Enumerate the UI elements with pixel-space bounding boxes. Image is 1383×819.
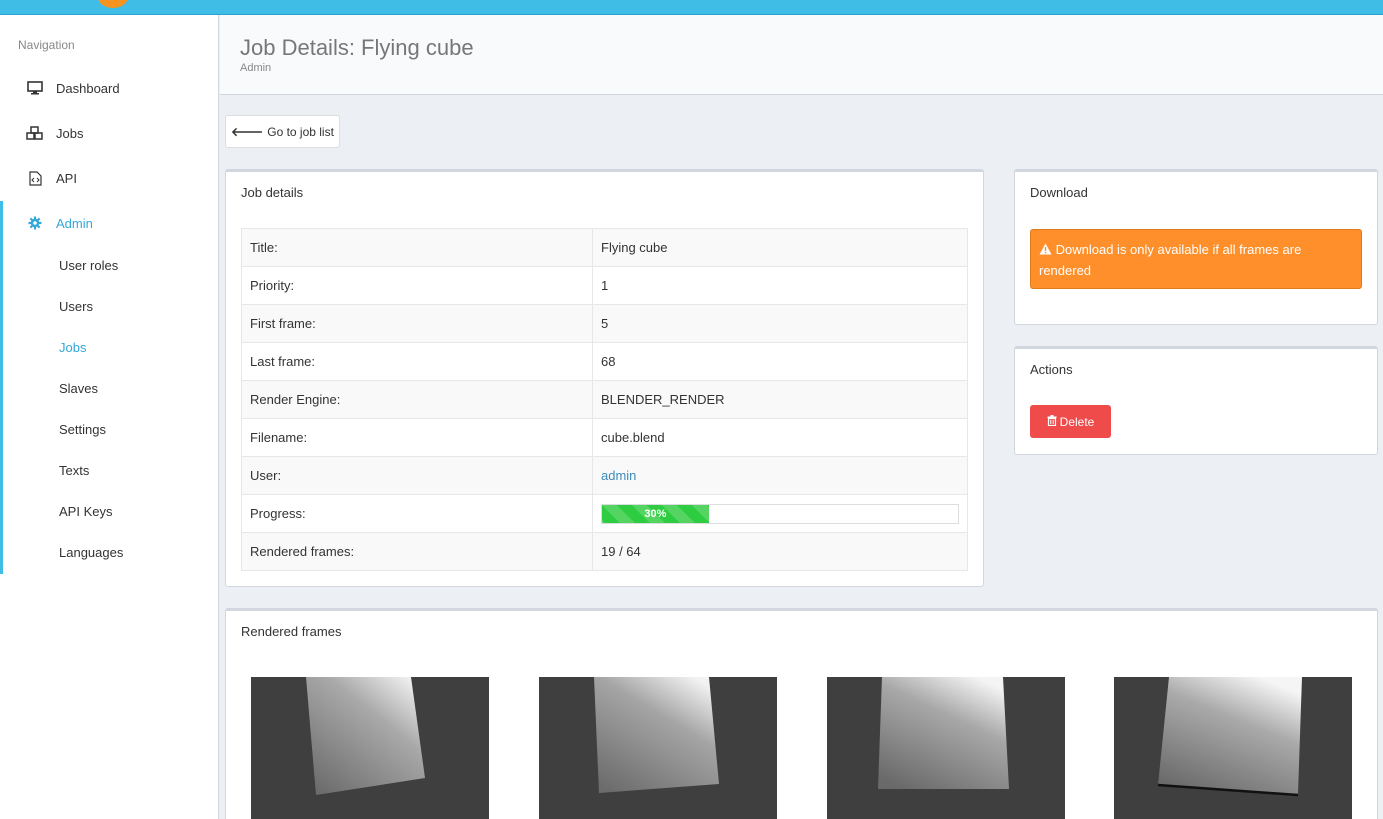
table-row: Render Engine: BLENDER_RENDER [241, 380, 968, 419]
row-key: Filename: [241, 418, 593, 457]
sidebar-item-label: Dashboard [56, 80, 120, 96]
row-value: cube.blend [592, 418, 968, 457]
row-value: 30% [592, 494, 968, 533]
download-box: Download Download is only available if a… [1014, 169, 1378, 325]
cubes-icon [26, 125, 44, 141]
user-link[interactable]: admin [601, 468, 636, 483]
row-key: Rendered frames: [241, 532, 593, 571]
table-row: User: admin [241, 456, 968, 495]
rendered-frame-thumbnail[interactable] [251, 677, 489, 819]
warning-icon [1039, 242, 1056, 257]
top-navbar [0, 0, 1383, 15]
actions-title: Actions [1030, 362, 1073, 377]
table-row: Rendered frames: 19 / 64 [241, 532, 968, 571]
sidebar-subitem-slaves[interactable]: Slaves [59, 381, 98, 396]
row-value: 68 [592, 342, 968, 381]
rendered-frame-thumbnail[interactable] [1114, 677, 1352, 819]
sidebar-item-label: Jobs [56, 125, 84, 141]
table-row: Priority: 1 [241, 266, 968, 305]
sidebar-item-dashboard[interactable]: Dashboard [0, 68, 218, 108]
rendered-frames-title: Rendered frames [241, 624, 342, 639]
sidebar-subitem-jobs[interactable]: Jobs [59, 340, 86, 355]
row-key: Last frame: [241, 342, 593, 381]
row-value: Flying cube [592, 228, 968, 267]
breadcrumb: Admin [240, 62, 272, 74]
arrow-left-icon: 🡐 [231, 125, 264, 139]
sidebar-item-jobs[interactable]: Jobs [0, 113, 218, 153]
table-row: First frame: 5 [241, 304, 968, 343]
sidebar-subitem-settings[interactable]: Settings [59, 422, 106, 437]
logo[interactable] [98, 0, 128, 8]
actions-box: Actions Delete [1014, 346, 1378, 455]
table-row: Title: Flying cube [241, 228, 968, 267]
sidebar-item-api[interactable]: API [0, 158, 218, 198]
delete-button[interactable]: Delete [1030, 405, 1111, 438]
job-details-box: Job details Title: Flying cube Priority:… [225, 169, 984, 587]
gear-icon [26, 215, 44, 231]
file-code-icon [26, 170, 44, 186]
row-value: 19 / 64 [592, 532, 968, 571]
sidebar-subitem-user-roles[interactable]: User roles [59, 258, 118, 273]
rendered-frame-thumbnail[interactable] [827, 677, 1065, 819]
table-row: Progress: 30% [241, 494, 968, 533]
go-to-job-list-label: Go to job list [267, 124, 334, 139]
admin-menu: Admin User roles Users Jobs Slaves Setti… [0, 201, 218, 574]
row-key: Progress: [241, 494, 593, 533]
job-details-table: Title: Flying cube Priority: 1 First fra… [241, 228, 968, 571]
sidebar: Navigation Dashboard Jobs API Admin User… [0, 15, 219, 819]
sidebar-subitem-texts[interactable]: Texts [59, 463, 89, 478]
row-key: User: [241, 456, 593, 495]
row-key: First frame: [241, 304, 593, 343]
content-header: Job Details: Flying cube Admin [220, 15, 1383, 95]
row-value: BLENDER_RENDER [592, 380, 968, 419]
page-title: Job Details: Flying cube [240, 35, 474, 60]
row-value: 5 [592, 304, 968, 343]
trash-icon [1047, 414, 1057, 429]
sidebar-item-label: API [56, 170, 77, 186]
progress-bar: 30% [601, 503, 959, 524]
row-key: Priority: [241, 266, 593, 305]
nav-header: Navigation [18, 38, 75, 52]
job-details-title: Job details [241, 185, 304, 200]
row-key: Title: [241, 228, 593, 267]
table-row: Filename: cube.blend [241, 418, 968, 457]
sidebar-subitem-users[interactable]: Users [59, 299, 93, 314]
sidebar-item-admin[interactable]: Admin [0, 203, 218, 243]
download-alert: Download is only available if all frames… [1030, 229, 1362, 289]
sidebar-subitem-languages[interactable]: Languages [59, 545, 123, 560]
download-alert-text: Download is only available if all frames… [1039, 242, 1302, 278]
monitor-icon [26, 80, 44, 96]
go-to-job-list-button[interactable]: 🡐 Go to job list [225, 115, 340, 148]
table-row: Last frame: 68 [241, 342, 968, 381]
row-value: admin [592, 456, 968, 495]
download-title: Download [1030, 185, 1088, 200]
delete-label: Delete [1059, 414, 1095, 429]
rendered-frame-thumbnail[interactable] [539, 677, 777, 819]
sidebar-item-label: Admin [56, 215, 93, 231]
progress-fill: 30% [602, 504, 709, 523]
row-key: Render Engine: [241, 380, 593, 419]
row-value: 1 [592, 266, 968, 305]
sidebar-subitem-api-keys[interactable]: API Keys [59, 504, 112, 519]
